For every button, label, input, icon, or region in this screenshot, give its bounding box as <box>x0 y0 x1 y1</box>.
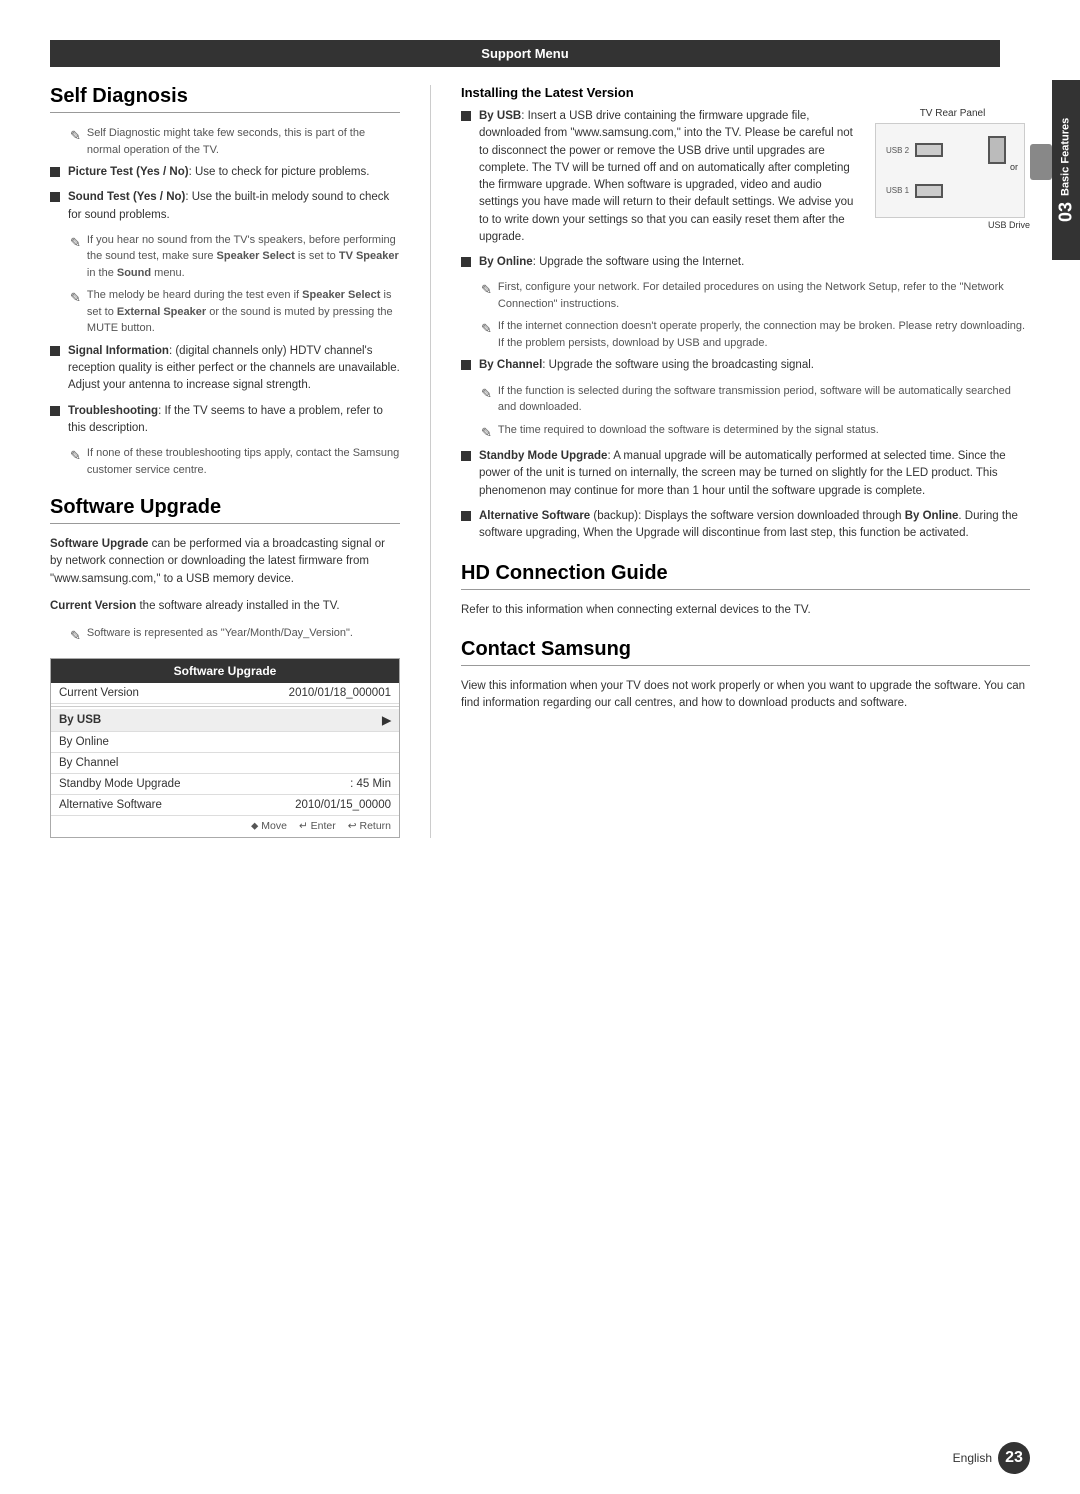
contact-samsung-section: Contact Samsung View this information wh… <box>461 638 1030 713</box>
left-column: Self Diagnosis ✎ Self Diagnostic might t… <box>0 85 430 838</box>
bullet-square-icon <box>461 257 471 267</box>
pencil-icon: ✎ <box>481 384 492 404</box>
by-channel-label: By Channel <box>479 359 542 371</box>
standby-mode-label: Standby Mode Upgrade <box>479 450 607 462</box>
chapter-title: Basic Features <box>1058 118 1073 196</box>
right-column: Installing the Latest Version TV Rear Pa… <box>430 85 1050 838</box>
sw-row-by-channel[interactable]: By Channel <box>51 753 399 774</box>
usb1-label: USB 1 <box>886 186 909 195</box>
bullet-square-icon <box>50 406 60 416</box>
pencil-icon: ✎ <box>481 319 492 339</box>
troubleshooting-note: ✎ If none of these troubleshooting tips … <box>70 445 400 478</box>
tv-diagram-image: USB 2 USB 1 or <box>875 123 1025 218</box>
bullet-square-icon <box>461 451 471 461</box>
by-usb-label: By USB <box>479 110 521 122</box>
usb2-port <box>915 143 943 157</box>
sw-row-by-online[interactable]: By Online <box>51 732 399 753</box>
pencil-icon: ✎ <box>70 446 81 466</box>
by-channel-note2: ✎ The time required to download the soft… <box>481 422 1030 443</box>
chapter-number: 03 <box>1053 202 1078 222</box>
pencil-icon: ✎ <box>70 233 81 253</box>
software-upgrade-table: Software Upgrade Current Version 2010/01… <box>50 658 400 838</box>
bullet-square-icon <box>461 360 471 370</box>
software-upgrade-intro: Software Upgrade can be performed via a … <box>50 536 400 588</box>
sw-row-by-usb[interactable]: By USB ▶ <box>51 709 399 732</box>
language-label: English <box>953 1451 992 1465</box>
standby-mode-bullet: Standby Mode Upgrade: A manual upgrade w… <box>461 448 1030 500</box>
usb-drive-label: USB Drive <box>875 220 1030 230</box>
hd-connection-section: HD Connection Guide Refer to this inform… <box>461 562 1030 619</box>
picture-test-bullet: Picture Test (Yes / No): Use to check fo… <box>50 164 400 181</box>
self-diagnosis-intro: ✎ Self Diagnostic might take few seconds… <box>70 125 400 158</box>
by-online-note1: ✎ First, configure your network. For det… <box>481 279 1030 312</box>
signal-info-bullet: Signal Information: (digital channels on… <box>50 343 400 395</box>
installing-section: Installing the Latest Version TV Rear Pa… <box>461 85 1030 542</box>
sound-test-bold: Sound Test (Yes / No) <box>68 191 185 203</box>
by-usb-content: TV Rear Panel USB 2 USB 1 <box>461 108 1030 254</box>
self-diagnosis-section: Self Diagnosis ✎ Self Diagnostic might t… <box>50 85 400 478</box>
pencil-icon: ✎ <box>70 288 81 308</box>
sw-row-current-version: Current Version 2010/01/18_000001 <box>51 683 399 704</box>
by-channel-bullet: By Channel: Upgrade the software using t… <box>461 357 1030 374</box>
tv-rear-panel-label: TV Rear Panel <box>875 108 1030 119</box>
page-footer: English 23 <box>953 1442 1030 1474</box>
usb1-port <box>915 184 943 198</box>
bullet-square-icon <box>50 167 60 177</box>
by-online-bullet: By Online: Upgrade the software using th… <box>461 254 1030 271</box>
bullet-square-icon <box>461 111 471 121</box>
bullet-square-icon <box>50 192 60 202</box>
tv-diagram-area: TV Rear Panel USB 2 USB 1 <box>875 108 1030 230</box>
pencil-icon: ✎ <box>481 280 492 300</box>
sw-table-header: Software Upgrade <box>51 659 399 683</box>
pencil-icon: ✎ <box>70 626 81 646</box>
by-online-note2: ✎ If the internet connection doesn't ope… <box>481 318 1030 351</box>
by-channel-note1: ✎ If the function is selected during the… <box>481 383 1030 416</box>
support-menu-header: Support Menu <box>50 40 1000 67</box>
software-upgrade-section: Software Upgrade Software Upgrade can be… <box>50 496 400 838</box>
usb-drive-shape <box>1030 144 1052 180</box>
sw-row-standby[interactable]: Standby Mode Upgrade : 45 Min <box>51 774 399 795</box>
sound-test-note2: ✎ The melody be heard during the test ev… <box>70 287 400 337</box>
usb2-label: USB 2 <box>886 146 909 155</box>
software-upgrade-title: Software Upgrade <box>50 496 400 524</box>
by-usb-bullet: By USB: Insert a USB drive containing th… <box>461 108 861 246</box>
alternative-software-bullet: Alternative Software (backup): Displays … <box>461 508 1030 543</box>
contact-samsung-title: Contact Samsung <box>461 638 1030 666</box>
sw-nav-row: ⬥ Move ↵ Enter ↩ Return <box>51 816 399 837</box>
content-wrapper: Self Diagnosis ✎ Self Diagnostic might t… <box>0 85 1080 838</box>
page-number: 23 <box>998 1442 1030 1474</box>
optical-port <box>988 136 1006 164</box>
usb1-row: USB 1 <box>886 184 943 198</box>
sound-test-bullet: Sound Test (Yes / No): Use the built-in … <box>50 189 400 224</box>
signal-info-bold: Signal Information <box>68 345 169 357</box>
picture-test-bold: Picture Test (Yes / No) <box>68 166 189 178</box>
chapter-side-tab: 03 Basic Features <box>1052 80 1080 260</box>
software-note-text: Software is represented as "Year/Month/D… <box>87 625 400 642</box>
sw-row-alternative[interactable]: Alternative Software 2010/01/15_00000 <box>51 795 399 816</box>
self-diagnosis-title: Self Diagnosis <box>50 85 400 113</box>
sound-test-note1: ✎ If you hear no sound from the TV's spe… <box>70 232 400 282</box>
page-container: 03 Basic Features Support Menu Self Diag… <box>0 0 1080 1494</box>
hd-connection-title: HD Connection Guide <box>461 562 1030 590</box>
pencil-icon: ✎ <box>70 126 81 146</box>
by-online-label: By Online <box>479 256 533 268</box>
installing-title: Installing the Latest Version <box>461 85 1030 100</box>
troubleshooting-bold: Troubleshooting <box>68 405 158 417</box>
alternative-software-label: Alternative Software <box>479 510 590 522</box>
bullet-square-icon <box>50 346 60 356</box>
usb2-row: USB 2 <box>886 143 943 157</box>
or-label: or <box>1010 162 1018 172</box>
pencil-icon: ✎ <box>481 423 492 443</box>
contact-samsung-text: View this information when your TV does … <box>461 678 1030 713</box>
current-version-text: Current Version the software already ins… <box>50 598 400 615</box>
software-note: ✎ Software is represented as "Year/Month… <box>70 625 400 646</box>
bullet-square-icon <box>461 511 471 521</box>
hd-connection-text: Refer to this information when connectin… <box>461 602 1030 619</box>
troubleshooting-bullet: Troubleshooting: If the TV seems to have… <box>50 403 400 438</box>
